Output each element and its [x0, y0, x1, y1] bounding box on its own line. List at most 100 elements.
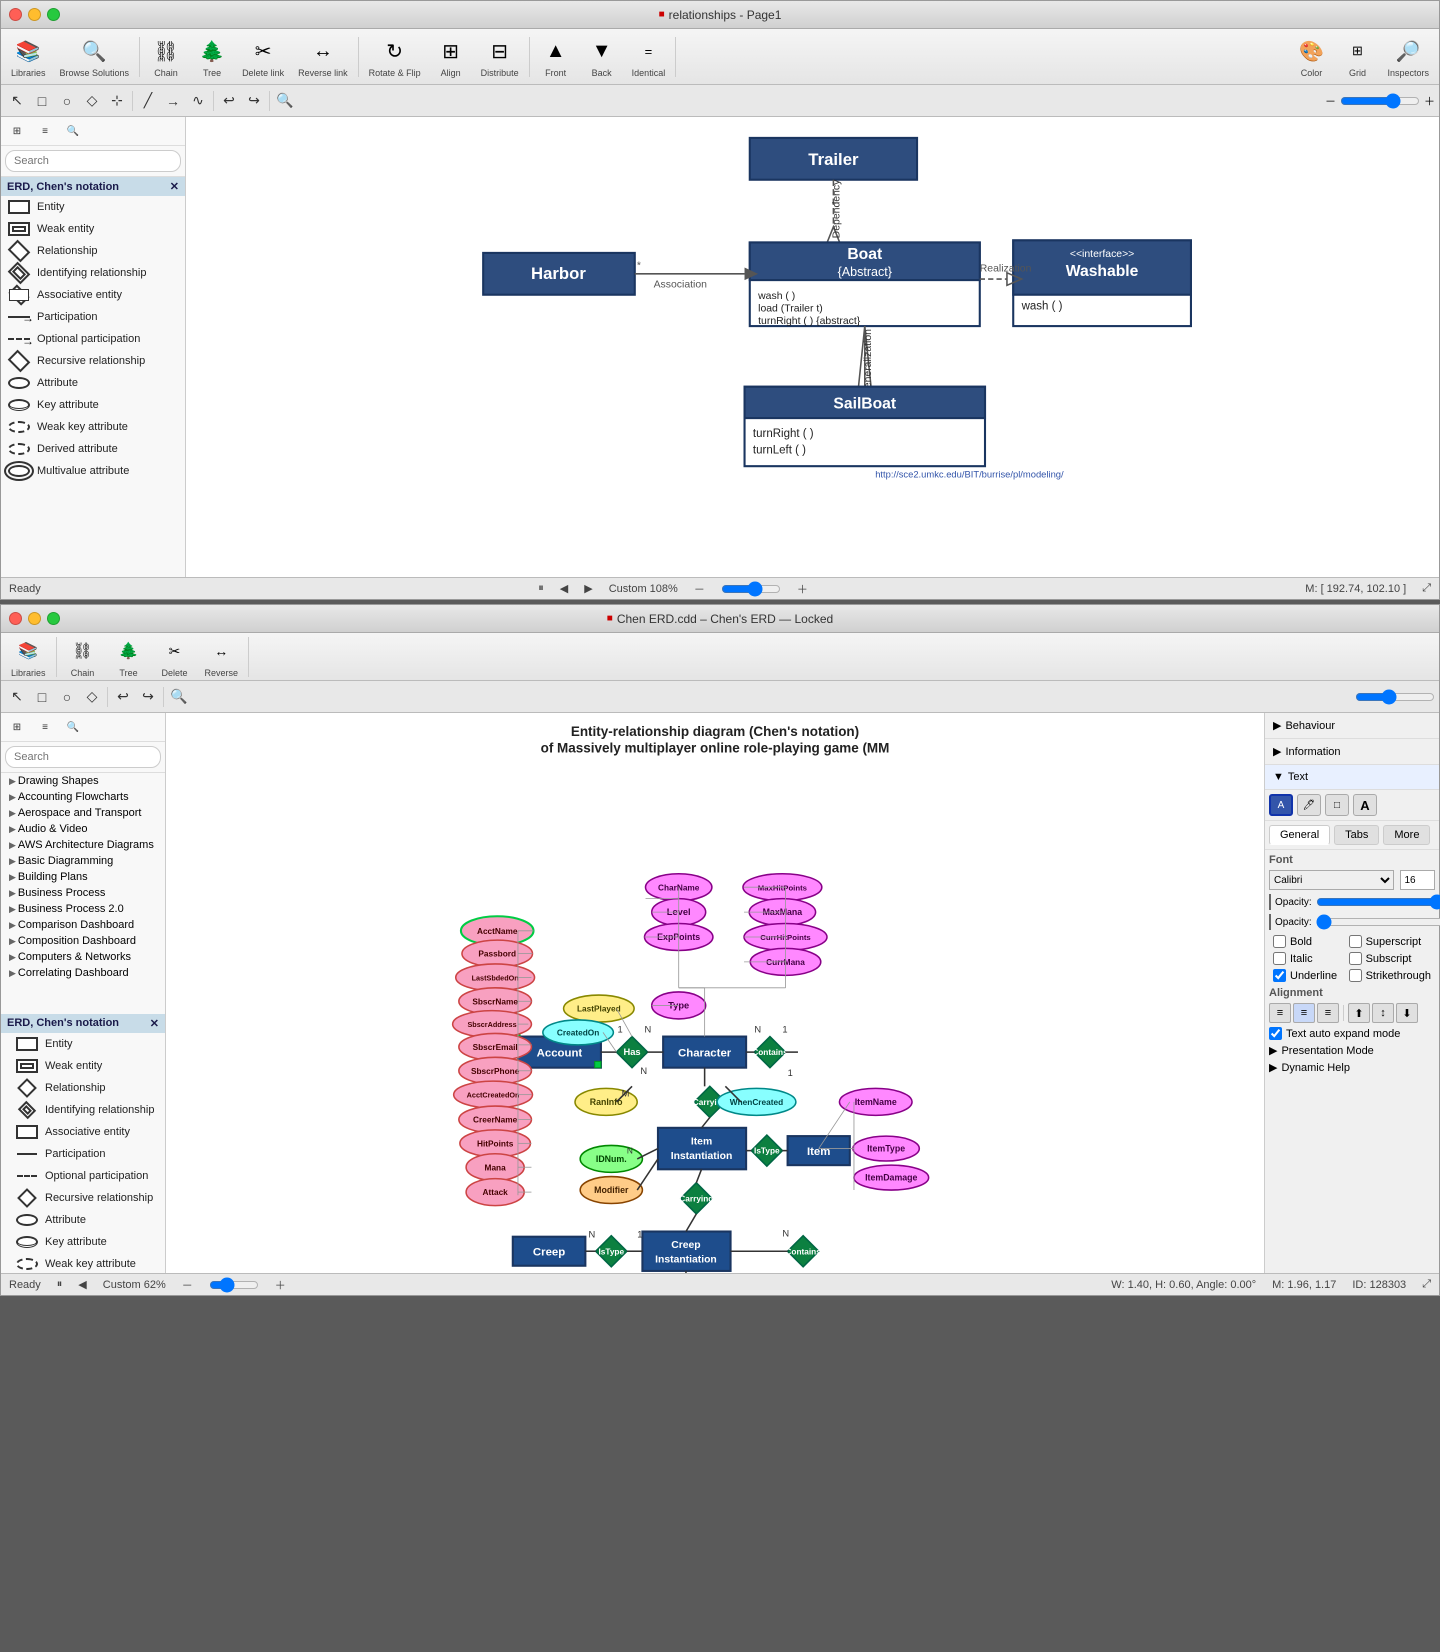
align-top-btn[interactable]: ⬆: [1348, 1003, 1370, 1023]
pause-btn[interactable]: ⏸: [538, 582, 544, 595]
rotate-tool[interactable]: ↻ Rotate & Flip: [363, 33, 427, 80]
sidebar-close-1[interactable]: ✕: [170, 180, 179, 193]
sidebar-item-optional-participation[interactable]: → Optional participation: [1, 328, 185, 350]
cat-business[interactable]: ▶Business Process: [1, 885, 165, 901]
align-bottom-btn[interactable]: ⬇: [1396, 1003, 1418, 1023]
cursor-tool[interactable]: ⊹: [105, 89, 129, 113]
sidebar-item-entity[interactable]: Entity: [1, 196, 185, 218]
tab-general[interactable]: General: [1269, 825, 1330, 845]
strikethrough-checkbox[interactable]: [1349, 969, 1362, 982]
italic-checkbox[interactable]: [1273, 952, 1286, 965]
undo-btn[interactable]: ↩: [217, 89, 241, 113]
sb2-list-view[interactable]: ≡: [33, 715, 57, 739]
zoom-slider2[interactable]: [1355, 689, 1435, 705]
tree-tool[interactable]: 🌲 Tree: [190, 33, 234, 80]
sb2-weak-entity[interactable]: Weak entity: [1, 1055, 165, 1077]
ptr2-tool[interactable]: ↖: [5, 685, 29, 709]
identical-tool[interactable]: = Identical: [626, 33, 672, 80]
sidebar-search-btn[interactable]: 🔍: [61, 119, 85, 143]
sb2-id-relationship[interactable]: Identifying relationship: [1, 1099, 165, 1121]
zoom-plus[interactable]: ＋: [797, 581, 808, 597]
superscript-checkbox[interactable]: [1349, 935, 1362, 948]
cat-comparison[interactable]: ▶Comparison Dashboard: [1, 917, 165, 933]
underline-checkbox[interactable]: [1273, 969, 1286, 982]
maximize-button-2[interactable]: [47, 612, 60, 625]
sb2-participation[interactable]: Participation: [1, 1143, 165, 1165]
path-tool[interactable]: ∿: [186, 89, 210, 113]
text-style-btn[interactable]: A: [1353, 794, 1377, 816]
zoom-slider-1[interactable]: [1340, 96, 1420, 106]
sidebar-item-key-attribute[interactable]: Key attribute: [1, 394, 185, 416]
zoom-out-label[interactable]: －: [1325, 93, 1336, 109]
sb2-assoc-entity[interactable]: Associative entity: [1, 1121, 165, 1143]
canvas-2[interactable]: Entity-relationship diagram (Chen's nota…: [166, 713, 1264, 1273]
zoom-plus-2[interactable]: ＋: [275, 1277, 286, 1293]
cat-composition[interactable]: ▶Composition Dashboard: [1, 933, 165, 949]
information-toggle[interactable]: ▶ Information: [1273, 743, 1431, 760]
diamond-tool[interactable]: ◇: [80, 89, 104, 113]
subscript-checkbox[interactable]: [1349, 952, 1362, 965]
cat-basic[interactable]: ▶Basic Diagramming: [1, 853, 165, 869]
presentation-mode-toggle[interactable]: ▶ Presentation Mode: [1269, 1044, 1435, 1057]
align-center-btn[interactable]: ≡: [1293, 1003, 1315, 1023]
chain-tool[interactable]: ⛓ Chain: [144, 33, 188, 80]
prev-page-btn2[interactable]: ◀: [78, 1278, 86, 1291]
sb2-weak-key-attr[interactable]: Weak key attribute: [1, 1253, 165, 1274]
text-color-btn[interactable]: A: [1269, 794, 1293, 816]
sidebar-grid-view[interactable]: ⊞: [5, 119, 29, 143]
zoom-slider-status[interactable]: [721, 581, 781, 597]
front-tool[interactable]: ▲ Front: [534, 33, 578, 80]
cat-accounting[interactable]: ▶Accounting Flowcharts: [1, 789, 165, 805]
canvas-1[interactable]: Trailer Dependency Boat {Abstract} wash …: [186, 117, 1439, 577]
sidebar-item-id-relationship[interactable]: Identifying relationship: [1, 262, 185, 284]
fill-opacity-slider[interactable]: [1316, 896, 1440, 908]
search-input-2[interactable]: [5, 746, 161, 768]
grid-tool[interactable]: ⊞ Grid: [1335, 33, 1379, 80]
zoom-slider-2[interactable]: [209, 1277, 259, 1293]
expand-btn2[interactable]: ⤢: [1422, 1278, 1431, 1291]
browse-tool[interactable]: 🔍 Browse Solutions: [54, 33, 136, 80]
text-auto-expand-checkbox[interactable]: [1269, 1027, 1282, 1040]
font-size-input[interactable]: [1400, 870, 1435, 890]
sidebar-item-relationship[interactable]: Relationship: [1, 240, 185, 262]
sidebar-item-recursive[interactable]: Recursive relationship: [1, 350, 185, 372]
close-button-2[interactable]: [9, 612, 22, 625]
sidebar-item-assoc-entity[interactable]: Associative entity: [1, 284, 185, 306]
stroke-opacity-slider[interactable]: [1316, 916, 1440, 928]
cat-correlating[interactable]: ▶Correlating Dashboard: [1, 965, 165, 981]
cat-aws[interactable]: ▶AWS Architecture Diagrams: [1, 837, 165, 853]
close-button-1[interactable]: [9, 8, 22, 21]
cat-audio[interactable]: ▶Audio & Video: [1, 821, 165, 837]
align-tool[interactable]: ⊞ Align: [429, 33, 473, 80]
prev-page-btn[interactable]: ◀: [560, 582, 568, 595]
align-right-btn[interactable]: ≡: [1317, 1003, 1339, 1023]
zoom-minus[interactable]: －: [694, 581, 705, 597]
lib2-tool[interactable]: 📚 Libraries: [5, 633, 52, 680]
distribute-tool[interactable]: ⊟ Distribute: [475, 33, 525, 80]
sidebar-item-attribute[interactable]: Attribute: [1, 372, 185, 394]
bold-checkbox[interactable]: [1273, 935, 1286, 948]
sidebar-item-derived-attribute[interactable]: Derived attribute: [1, 438, 185, 460]
cat-business2[interactable]: ▶Business Process 2.0: [1, 901, 165, 917]
pause-btn2[interactable]: ⏸: [57, 1278, 63, 1291]
cat-building[interactable]: ▶Building Plans: [1, 869, 165, 885]
diam2-tool[interactable]: ◇: [80, 685, 104, 709]
rect-tool[interactable]: □: [30, 89, 54, 113]
sidebar2-close[interactable]: ✕: [150, 1017, 159, 1030]
pointer-tool[interactable]: ↖: [5, 89, 29, 113]
cat-aerospace[interactable]: ▶Aerospace and Transport: [1, 805, 165, 821]
sb2-attribute[interactable]: Attribute: [1, 1209, 165, 1231]
expand-btn[interactable]: ⤢: [1422, 582, 1431, 595]
sb2-entity[interactable]: Entity: [1, 1033, 165, 1055]
zoom-in-label[interactable]: ＋: [1424, 93, 1435, 109]
sidebar-item-weak-entity[interactable]: Weak entity: [1, 218, 185, 240]
stroke-color-swatch[interactable]: [1269, 914, 1271, 930]
font-family-select[interactable]: Calibri: [1269, 870, 1394, 890]
sidebar-item-weak-key-attribute[interactable]: Weak key attribute: [1, 416, 185, 438]
line-tool[interactable]: ╱: [136, 89, 160, 113]
color-tool[interactable]: 🎨 Color: [1289, 33, 1333, 80]
sb2-relationship[interactable]: Relationship: [1, 1077, 165, 1099]
sb2-grid-view[interactable]: ⊞: [5, 715, 29, 739]
delete-link-tool[interactable]: ✂ Delete link: [236, 33, 290, 80]
sb2-opt-participation[interactable]: Optional participation: [1, 1165, 165, 1187]
